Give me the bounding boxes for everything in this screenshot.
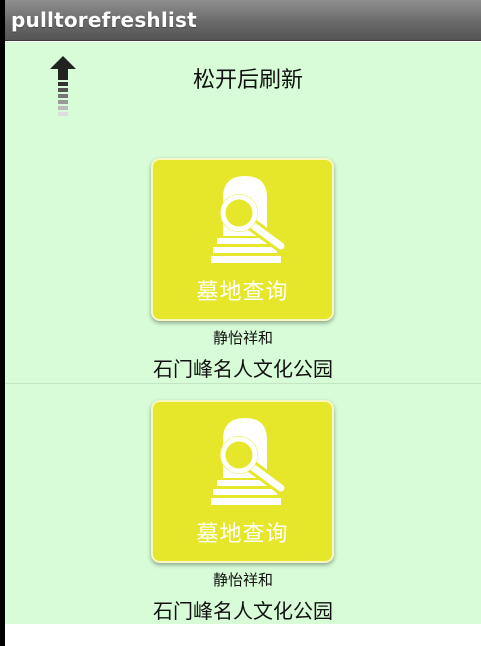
- item-title: 石门峰名人文化公园: [153, 599, 333, 623]
- tile-label: 墓地查询: [196, 522, 289, 547]
- pull-to-refresh-list[interactable]: 松开后刷新 墓地查询 静怡祥和 石门峰名人文化公园 墓地查询 静怡祥和 石门峰名…: [5, 42, 481, 624]
- item-subtitle: 静怡祥和: [212, 329, 273, 347]
- cemetery-search-button[interactable]: 墓地查询: [151, 158, 334, 321]
- tile-label: 墓地查询: [196, 280, 289, 305]
- tombstone-search-icon: [211, 418, 288, 505]
- list-item[interactable]: 墓地查询 静怡祥和 石门峰名人文化公园: [5, 383, 481, 625]
- item-title: 石门峰名人文化公园: [153, 357, 333, 381]
- app-screen: pulltorefreshlist 松开后刷新 墓地查询 静怡祥和 石门峰名人文…: [0, 0, 481, 646]
- title-bar: pulltorefreshlist: [0, 0, 481, 41]
- app-title: pulltorefreshlist: [11, 8, 197, 32]
- item-subtitle: 静怡祥和: [212, 571, 273, 589]
- screen-edge: [0, 0, 5, 646]
- refresh-header: 松开后刷新: [5, 42, 481, 122]
- bottom-empty-area: [5, 624, 481, 646]
- refresh-status-text: 松开后刷新: [192, 68, 303, 93]
- cemetery-search-button[interactable]: 墓地查询: [151, 400, 334, 563]
- tombstone-search-icon: [211, 176, 288, 263]
- list-item[interactable]: 墓地查询 静怡祥和 石门峰名人文化公园: [5, 141, 481, 383]
